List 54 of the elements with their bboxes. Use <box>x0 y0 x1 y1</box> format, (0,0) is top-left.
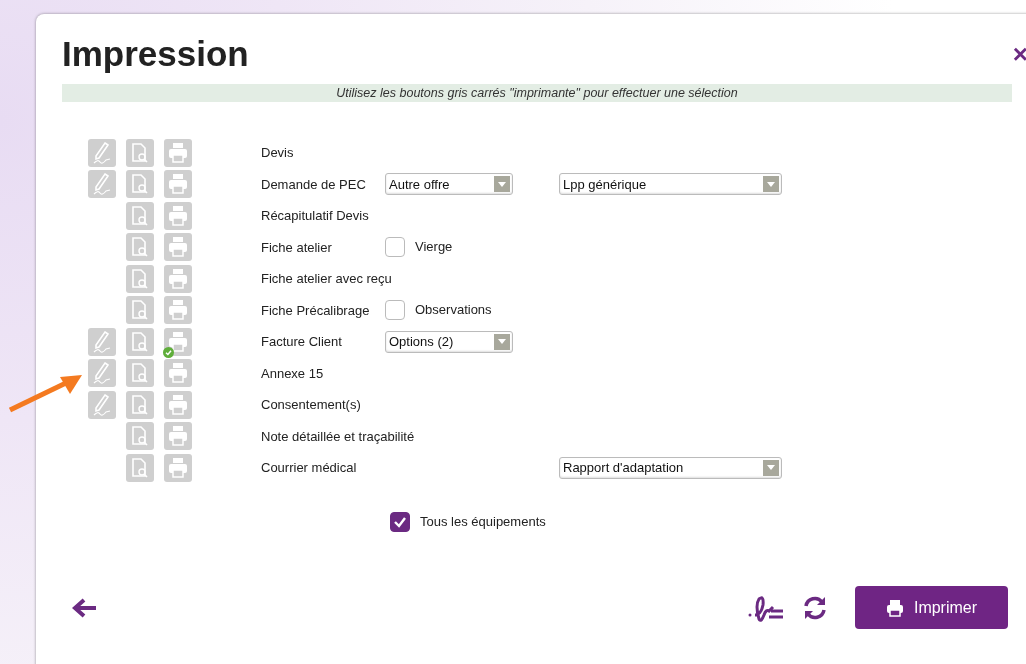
preview-icon[interactable] <box>126 264 154 293</box>
document-label: Fiche atelier <box>261 238 332 257</box>
pen-icon[interactable] <box>88 359 116 388</box>
printer-icon[interactable] <box>164 138 192 167</box>
dropdown[interactable]: Autre offre <box>385 173 513 196</box>
printer-icon[interactable] <box>164 296 192 325</box>
printer-icon[interactable] <box>164 201 192 230</box>
printer-icon[interactable] <box>164 264 192 293</box>
document-label: Annexe 15 <box>261 364 324 383</box>
preview-icon[interactable] <box>126 170 154 199</box>
checkbox[interactable] <box>390 511 410 532</box>
printer-icon[interactable] <box>164 233 192 262</box>
preview-icon[interactable] <box>126 233 154 262</box>
back-arrow-icon[interactable] <box>72 596 98 619</box>
checkbox[interactable] <box>385 237 405 258</box>
preview-icon[interactable] <box>126 296 154 325</box>
document-label: Récapitulatif Devis <box>261 207 369 226</box>
pen-icon[interactable] <box>88 327 116 356</box>
document-label: Consentement(s) <box>261 396 361 415</box>
printer-icon[interactable] <box>164 359 192 388</box>
close-button[interactable]: × <box>1012 41 1026 67</box>
checkbox[interactable] <box>385 300 405 321</box>
document-label: Note détaillée et traçabilité <box>261 427 415 446</box>
dropdown[interactable]: Rapport d'adaptation <box>559 456 782 479</box>
printer-icon[interactable] <box>164 453 192 482</box>
document-label: Fiche Précalibrage <box>261 301 370 320</box>
checkbox-label: Tous les équipements <box>420 512 546 531</box>
preview-icon[interactable] <box>126 390 154 419</box>
printer-icon <box>885 598 904 617</box>
document-label: Fiche atelier avec reçu <box>261 270 392 289</box>
print-button[interactable]: Imprimer <box>855 586 1008 629</box>
pen-icon[interactable] <box>88 138 116 167</box>
checkbox-label: Observations <box>415 301 492 320</box>
dropdown[interactable]: Options (2) <box>385 330 513 353</box>
preview-icon[interactable] <box>126 359 154 388</box>
document-label: Demande de PEC <box>261 175 366 194</box>
document-label: Courrier médical <box>261 459 357 478</box>
preview-icon[interactable] <box>126 327 154 356</box>
dropdown[interactable]: Lpp générique <box>559 173 782 196</box>
document-label: Facture Client <box>261 333 342 352</box>
printer-icon[interactable] <box>164 170 192 199</box>
preview-icon[interactable] <box>126 138 154 167</box>
dialog-title: Impression <box>62 34 249 74</box>
preview-icon[interactable] <box>126 453 154 482</box>
preview-icon[interactable] <box>126 201 154 230</box>
printer-icon[interactable] <box>164 390 192 419</box>
printer-icon[interactable] <box>164 327 192 356</box>
instruction-banner: Utilisez les boutons gris carrés "imprimante" pour effectuer une sélection <box>62 84 1012 102</box>
pen-icon[interactable] <box>88 170 116 199</box>
printer-icon[interactable] <box>164 422 192 451</box>
preview-icon[interactable] <box>126 422 154 451</box>
pen-icon[interactable] <box>88 390 116 419</box>
document-label: Devis <box>261 144 294 163</box>
checkbox-label: Vierge <box>415 238 453 257</box>
